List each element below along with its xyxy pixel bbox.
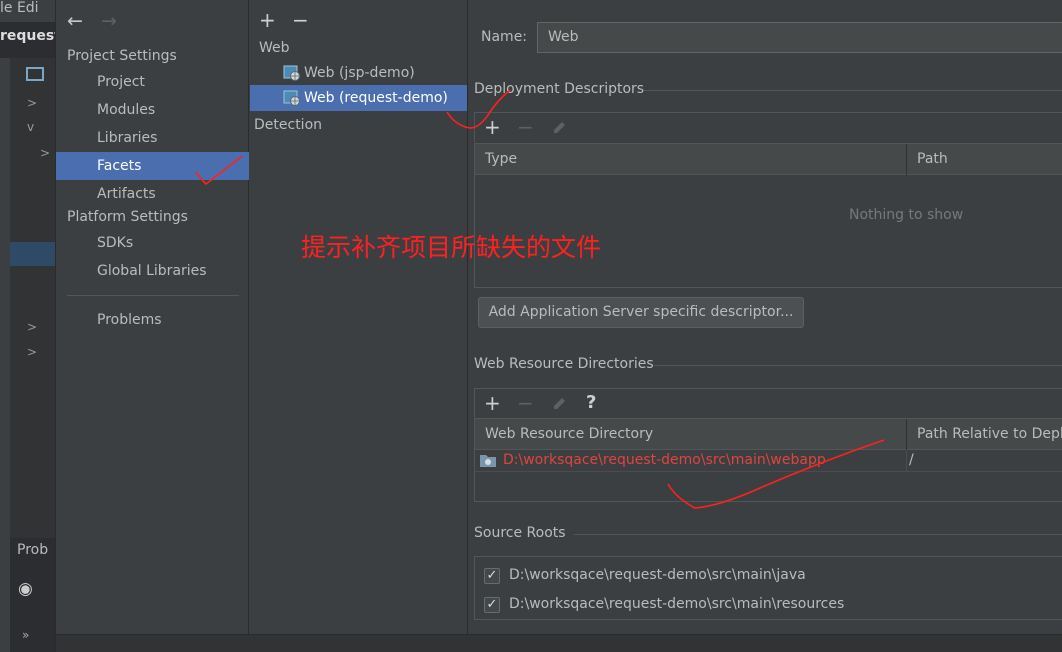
source-root-checkbox[interactable]: ✓ (484, 568, 500, 584)
nav-item-problems[interactable]: Problems (56, 306, 249, 334)
source-root-checkbox[interactable]: ✓ (484, 597, 500, 613)
table-row[interactable]: D:\worksqace\request-demo\src\main\webap… (475, 450, 1062, 472)
nav-item-global-libraries[interactable]: Global Libraries (56, 257, 249, 285)
web-resource-directories-title: Web Resource Directories (474, 356, 654, 372)
edit-pencil-icon[interactable] (551, 119, 568, 136)
web-folder-icon (480, 455, 496, 467)
ide-project-title: request (0, 28, 55, 44)
add-server-descriptor-button[interactable]: Add Application Server specific descript… (478, 297, 804, 328)
project-structure-dialog: ← → Project Settings Project Modules Lib… (55, 0, 1062, 652)
section-divider (654, 365, 1062, 366)
project-view-icon[interactable] (26, 67, 44, 81)
source-roots-list: ✓ D:\worksqace\request-demo\src\main\jav… (474, 556, 1062, 620)
annotation-text: 提示补齐项目所缺失的文件 (301, 233, 602, 262)
problems-tab[interactable]: Prob (17, 542, 48, 558)
tree-group-web[interactable]: Web (259, 35, 290, 61)
remove-web-resource-button[interactable]: − (517, 393, 534, 413)
source-root-path: D:\worksqace\request-demo\src\main\java (509, 567, 806, 583)
tree-item-label: Web (request-demo) (304, 90, 448, 106)
source-root-path: D:\worksqace\request-demo\src\main\resou… (509, 596, 845, 612)
name-field[interactable]: Web (537, 22, 1062, 53)
web-resource-directory-path[interactable]: D:\worksqace\request-demo\src\main\webap… (503, 452, 826, 468)
nav-item-project[interactable]: Project (56, 68, 249, 96)
forward-arrow-icon[interactable]: → (101, 10, 117, 32)
column-header-relative-path[interactable]: Path Relative to Deplo (907, 419, 1062, 450)
chevron-right-icon[interactable]: > (40, 146, 50, 160)
add-descriptor-button[interactable]: + (484, 117, 501, 137)
nav-item-sdks[interactable]: SDKs (56, 229, 249, 257)
descriptors-toolbar: + − (474, 112, 1062, 142)
tree-item-web-jsp-demo[interactable]: Web (jsp-demo) (283, 60, 423, 86)
nav-item-artifacts[interactable]: Artifacts (56, 180, 249, 208)
add-web-resource-button[interactable]: + (484, 393, 501, 413)
table-header: Type Path (475, 144, 1062, 175)
facet-settings-content: Name: Web Deployment Descriptors + − Typ… (469, 0, 1062, 634)
nav-item-modules[interactable]: Modules (56, 96, 249, 124)
ide-background: le Edi request > v > > > Prob ◉ » (0, 0, 55, 652)
section-divider (574, 534, 1062, 535)
name-label: Name: (481, 29, 528, 45)
platform-settings-header: Platform Settings (67, 209, 188, 225)
remove-descriptor-button[interactable]: − (517, 117, 534, 137)
descriptors-table: Type Path Nothing to show (474, 143, 1062, 288)
ide-tree-selected-row[interactable] (10, 242, 55, 266)
nav-divider (67, 295, 239, 296)
tree-item-web-request-demo[interactable]: Web (request-demo) (250, 85, 467, 111)
web-resource-toolbar: + − ? (474, 388, 1062, 418)
list-item[interactable]: ✓ D:\worksqace\request-demo\src\main\jav… (484, 567, 1054, 587)
source-roots-title: Source Roots (474, 525, 566, 541)
web-facet-icon (283, 90, 300, 106)
column-divider (906, 450, 907, 472)
relative-path-value[interactable]: / (909, 452, 914, 468)
project-settings-header: Project Settings (67, 48, 177, 64)
list-item[interactable]: ✓ D:\worksqace\request-demo\src\main\res… (484, 596, 1054, 616)
section-divider (644, 90, 1062, 91)
remove-facet-button[interactable]: − (292, 10, 309, 30)
tree-item-label: Web (jsp-demo) (304, 65, 415, 81)
chevron-right-icon[interactable]: > (27, 345, 37, 359)
dialog-footer (56, 634, 1062, 652)
column-header-web-resource-directory[interactable]: Web Resource Directory (475, 419, 905, 450)
ide-project-tree: > v > > > (10, 58, 55, 538)
ide-menu-bar[interactable]: le Edi (0, 0, 55, 22)
nav-item-facets[interactable]: Facets (56, 152, 249, 180)
ide-side-tool-tabs[interactable] (0, 58, 10, 652)
web-facet-icon (283, 65, 300, 81)
deployment-descriptors-title: Deployment Descriptors (474, 81, 645, 97)
add-facet-button[interactable]: + (259, 10, 276, 30)
help-icon[interactable]: ? (586, 393, 596, 413)
chevron-down-icon[interactable]: v (27, 120, 34, 134)
nav-item-libraries[interactable]: Libraries (56, 124, 249, 152)
empty-table-text: Nothing to show (849, 207, 964, 223)
back-arrow-icon[interactable]: ← (67, 10, 83, 32)
chevron-right-icon[interactable]: > (27, 320, 37, 334)
web-resource-table: Web Resource Directory Path Relative to … (474, 418, 1062, 502)
column-header-path[interactable]: Path (907, 144, 1062, 175)
table-header: Web Resource Directory Path Relative to … (475, 419, 1062, 450)
edit-pencil-icon[interactable] (551, 395, 568, 412)
facet-tree-panel: + − Web Web (jsp-demo) Web (request-demo… (250, 0, 468, 634)
chevron-right-icon[interactable]: > (27, 96, 37, 110)
eye-icon[interactable]: ◉ (18, 579, 33, 599)
more-icon[interactable]: » (22, 628, 29, 642)
column-header-type[interactable]: Type (475, 144, 905, 175)
tree-item-detection[interactable]: Detection (254, 112, 322, 138)
settings-nav-panel: ← → Project Settings Project Modules Lib… (56, 0, 249, 634)
